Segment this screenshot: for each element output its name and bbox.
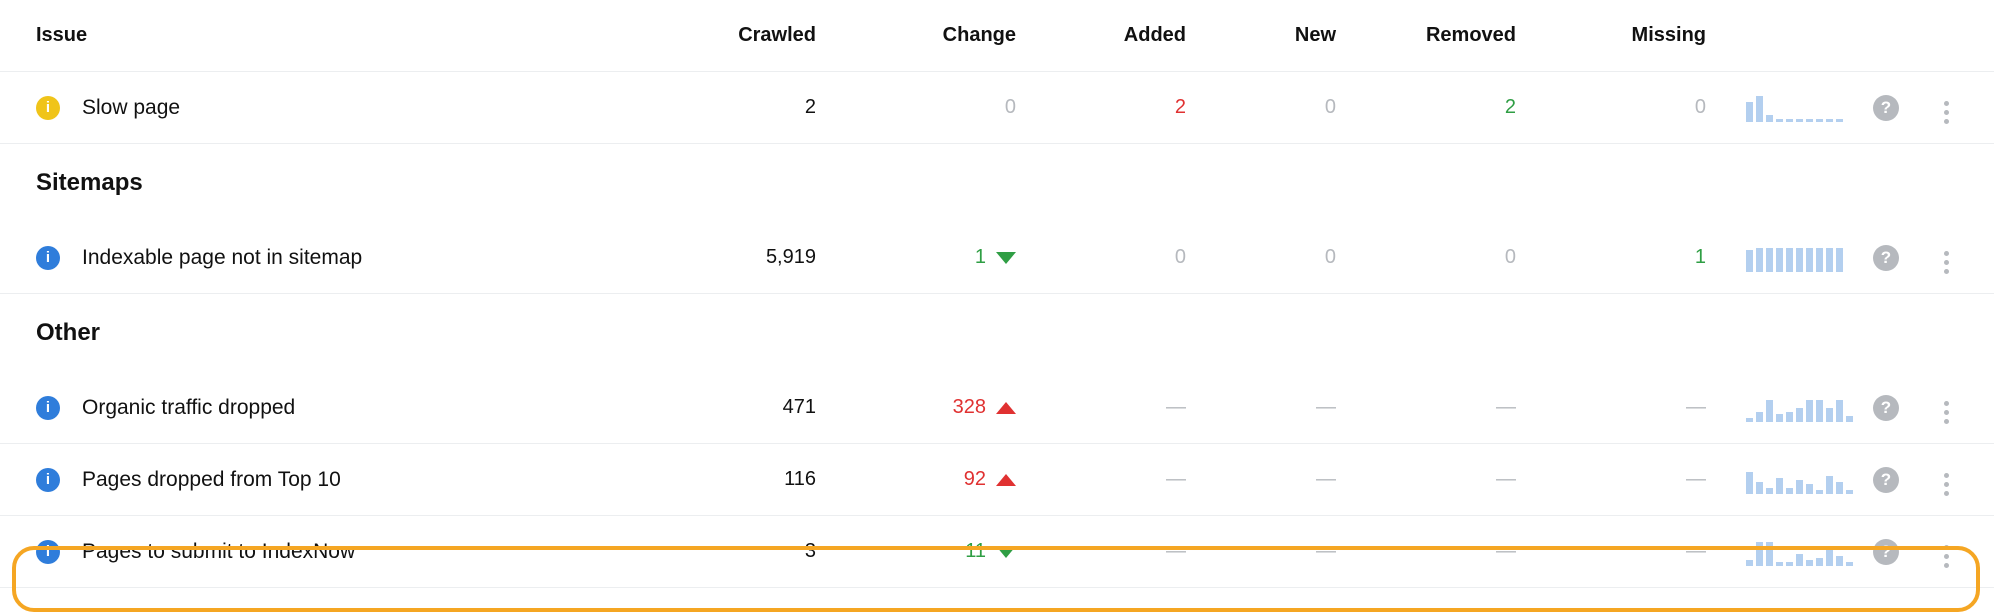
change-value: 0: [816, 96, 1016, 119]
col-issue: Issue: [36, 24, 87, 47]
issues-table: Issue Crawled Change Added New Removed M…: [0, 0, 1994, 588]
new-value: —: [1186, 468, 1336, 491]
issue-cell: i Pages dropped from Top 10: [36, 468, 596, 492]
col-new: New: [1186, 24, 1336, 47]
missing-value: —: [1516, 468, 1706, 491]
added-value: 0: [1016, 246, 1186, 269]
new-value: 0: [1186, 246, 1336, 269]
col-change: Change: [816, 24, 1016, 47]
col-crawled: Crawled: [596, 24, 816, 47]
table-row[interactable]: iOrganic traffic dropped471328————?: [0, 372, 1994, 444]
help-icon[interactable]: ?: [1873, 395, 1899, 421]
removed-value: —: [1336, 396, 1516, 419]
caret-up-icon: [996, 402, 1016, 414]
missing-value: —: [1516, 396, 1706, 419]
section-title: Sitemaps: [36, 169, 143, 197]
col-removed: Removed: [1336, 24, 1516, 47]
added-value: —: [1016, 396, 1186, 419]
kebab-menu-icon[interactable]: [1944, 472, 1949, 498]
removed-value: —: [1336, 540, 1516, 563]
sparkline: [1706, 94, 1856, 122]
issue-cell: i Slow page: [36, 96, 596, 120]
sparkline: [1706, 394, 1856, 422]
new-value: —: [1186, 540, 1336, 563]
caret-down-icon: [996, 252, 1016, 264]
caret-up-icon: [996, 474, 1016, 486]
new-value: 0: [1186, 96, 1336, 119]
sparkline: [1706, 466, 1856, 494]
caret-down-icon: [996, 546, 1016, 558]
change-value: 11: [816, 540, 1016, 563]
issue-name[interactable]: Pages dropped from Top 10: [82, 468, 341, 492]
removed-value: 0: [1336, 246, 1516, 269]
info-icon: i: [36, 96, 60, 120]
issue-name[interactable]: Slow page: [82, 96, 180, 120]
missing-value: 1: [1516, 246, 1706, 269]
info-icon: i: [36, 540, 60, 564]
info-icon: i: [36, 468, 60, 492]
table-row[interactable]: iSlow page202020?: [0, 72, 1994, 144]
col-missing: Missing: [1516, 24, 1706, 47]
added-value: —: [1016, 540, 1186, 563]
issue-cell: i Organic traffic dropped: [36, 396, 596, 420]
change-value: 1: [816, 246, 1016, 269]
crawled-value: 2: [596, 96, 816, 119]
kebab-menu-icon[interactable]: [1944, 544, 1949, 570]
missing-value: —: [1516, 540, 1706, 563]
issue-name[interactable]: Indexable page not in sitemap: [82, 246, 362, 270]
help-icon[interactable]: ?: [1873, 245, 1899, 271]
issue-cell: i Indexable page not in sitemap: [36, 246, 596, 270]
added-value: —: [1016, 468, 1186, 491]
crawled-value: 471: [596, 396, 816, 419]
issue-name[interactable]: Pages to submit to IndexNow: [82, 540, 355, 564]
help-icon[interactable]: ?: [1873, 95, 1899, 121]
info-icon: i: [36, 246, 60, 270]
sparkline: [1706, 244, 1856, 272]
table-row[interactable]: iPages to submit to IndexNow311————?: [0, 516, 1994, 588]
col-added: Added: [1016, 24, 1186, 47]
new-value: —: [1186, 396, 1336, 419]
crawled-value: 116: [596, 468, 816, 491]
crawled-value: 5,919: [596, 246, 816, 269]
table-row[interactable]: iPages dropped from Top 1011692————?: [0, 444, 1994, 516]
removed-value: —: [1336, 468, 1516, 491]
help-icon[interactable]: ?: [1873, 467, 1899, 493]
table-row[interactable]: iIndexable page not in sitemap5,91910001…: [0, 222, 1994, 294]
sparkline: [1706, 538, 1856, 566]
section-title: Other: [36, 319, 100, 347]
section-header: Other: [0, 294, 1994, 372]
kebab-menu-icon[interactable]: [1944, 250, 1949, 276]
issue-cell: i Pages to submit to IndexNow: [36, 540, 596, 564]
kebab-menu-icon[interactable]: [1944, 100, 1949, 126]
change-value: 92: [816, 468, 1016, 491]
missing-value: 0: [1516, 96, 1706, 119]
added-value: 2: [1016, 96, 1186, 119]
table-header-row: Issue Crawled Change Added New Removed M…: [0, 0, 1994, 72]
crawled-value: 3: [596, 540, 816, 563]
kebab-menu-icon[interactable]: [1944, 400, 1949, 426]
help-icon[interactable]: ?: [1873, 539, 1899, 565]
info-icon: i: [36, 396, 60, 420]
change-value: 328: [816, 396, 1016, 419]
section-header: Sitemaps: [0, 144, 1994, 222]
removed-value: 2: [1336, 96, 1516, 119]
issue-name[interactable]: Organic traffic dropped: [82, 396, 295, 420]
